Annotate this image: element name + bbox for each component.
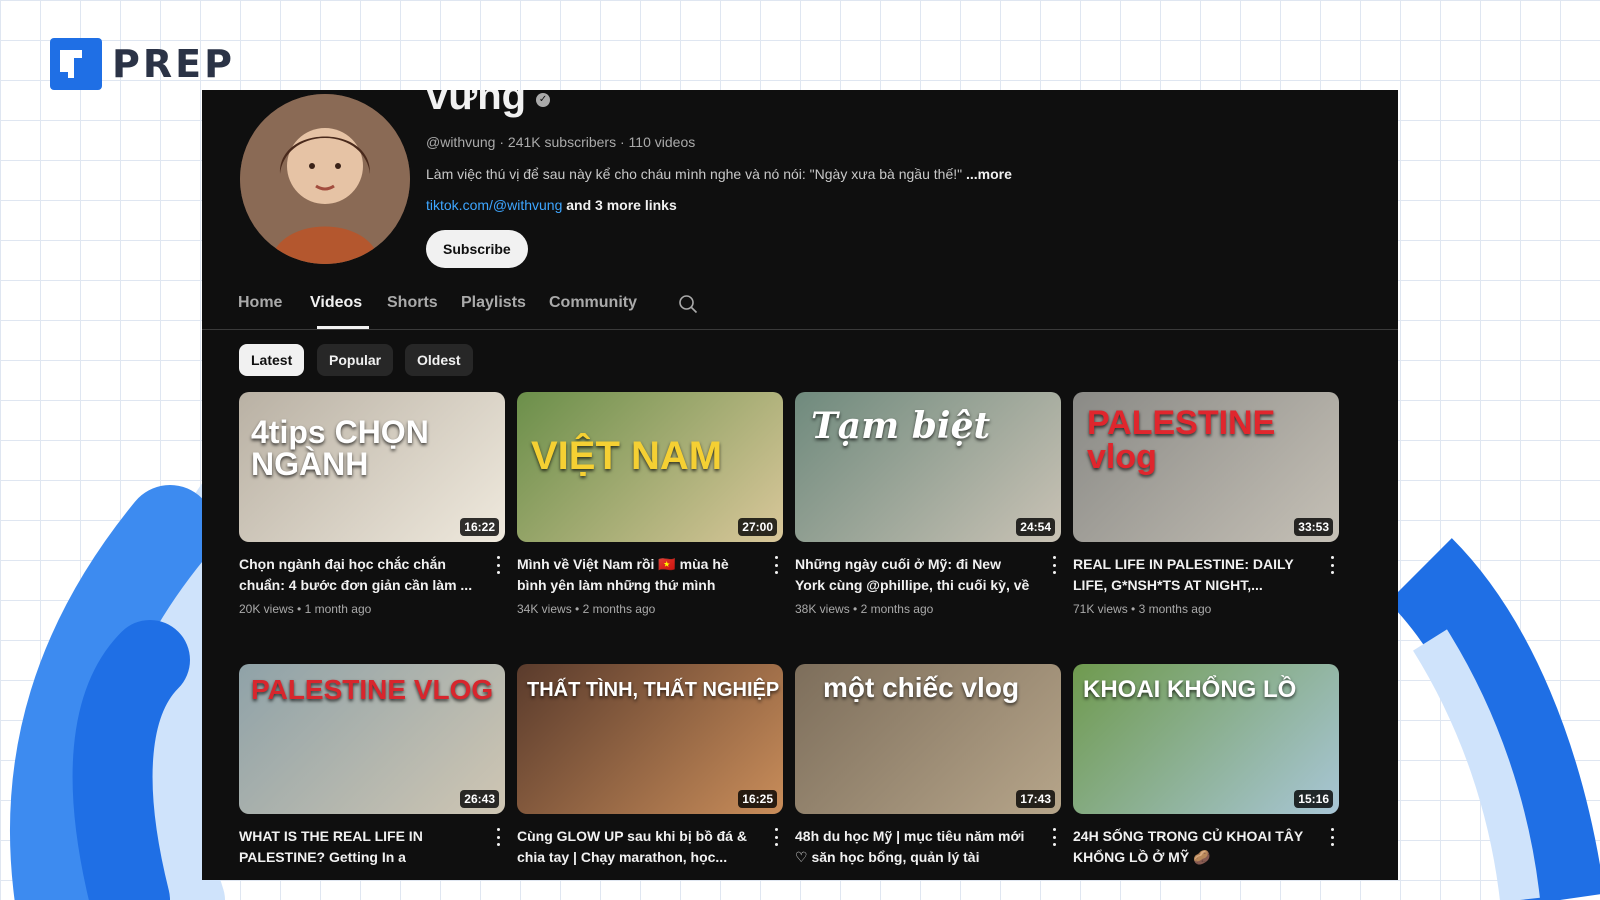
video-views: 34K views	[517, 602, 572, 616]
video-thumbnail[interactable]: PALESTINE vlog 33:53	[1073, 392, 1339, 542]
video-title[interactable]: Cùng GLOW UP sau khi bị bồ đá & chia tay…	[517, 826, 755, 868]
video-card[interactable]: một chiếc vlog 17:43 48h du học Mỹ | mục…	[795, 664, 1061, 865]
subscriber-count: 241K subscribers	[507, 134, 617, 150]
more-options-icon[interactable]	[773, 556, 779, 574]
active-tab-indicator	[317, 326, 369, 329]
channel-links: tiktok.com/@withvung and 3 more links	[426, 197, 677, 213]
video-card[interactable]: 4tips CHỌN NGÀNH 16:22 Chọn ngành đại họ…	[239, 392, 505, 616]
tab-home[interactable]: Home	[238, 294, 282, 312]
more-options-icon[interactable]	[495, 828, 501, 846]
youtube-channel-page: vừng ✓ @withvung · 241K subscribers · 11…	[202, 90, 1398, 880]
subscribe-button[interactable]: Subscribe	[426, 230, 528, 268]
avatar-image	[240, 94, 410, 264]
thumbnail-text: 4tips CHỌN NGÀNH	[251, 414, 429, 482]
more-links[interactable]: and 3 more links	[566, 197, 676, 213]
more-options-icon[interactable]	[1329, 828, 1335, 846]
video-count: 110 videos	[628, 134, 696, 150]
video-age: 2 months ago	[860, 602, 934, 616]
tiktok-link[interactable]: tiktok.com/@withvung	[426, 197, 562, 213]
video-title[interactable]: 24H SỐNG TRONG CỦ KHOAI TÂY KHỔNG LỒ Ở M…	[1073, 826, 1311, 868]
prep-logo-icon	[50, 38, 102, 90]
video-title[interactable]: 48h du học Mỹ | mục tiêu năm mới ♡ săn h…	[795, 826, 1033, 868]
video-card[interactable]: KHOAI KHỔNG LỒ 15:16 24H SỐNG TRONG CỦ K…	[1073, 664, 1339, 865]
thumbnail-text: KHOAI KHỔNG LỒ	[1083, 676, 1297, 703]
brand-name: PREP	[112, 42, 235, 86]
tab-shorts[interactable]: Shorts	[387, 294, 438, 312]
video-age: 1 month ago	[304, 602, 372, 616]
video-card[interactable]: PALESTINE vlog 33:53 REAL LIFE IN PALEST…	[1073, 392, 1339, 616]
thumbnail-text: THẤT TÌNH, THẤT NGHIỆP	[527, 679, 780, 701]
description-more[interactable]: ...more	[966, 166, 1012, 182]
video-views: 20K views	[239, 602, 294, 616]
thumbnail-text: một chiếc vlog	[823, 672, 1020, 703]
more-options-icon[interactable]	[1051, 828, 1057, 846]
video-title[interactable]: WHAT IS THE REAL LIFE IN PALESTINE? Gett…	[239, 826, 477, 868]
video-thumbnail[interactable]: THẤT TÌNH, THẤT NGHIỆP 16:25	[517, 664, 783, 814]
video-duration: 15:16	[1294, 790, 1333, 808]
video-card[interactable]: THẤT TÌNH, THẤT NGHIỆP 16:25 Cùng GLOW U…	[517, 664, 783, 865]
video-thumbnail[interactable]: VIỆT NAM 27:00	[517, 392, 783, 542]
chip-latest[interactable]: Latest	[239, 344, 305, 376]
video-age: 2 months ago	[582, 602, 656, 616]
channel-tabs: Home Videos Shorts Playlists Community	[202, 280, 1398, 330]
channel-meta: @withvung · 241K subscribers · 110 video…	[426, 134, 696, 150]
chip-popular[interactable]: Popular	[317, 344, 394, 376]
video-duration: 24:54	[1016, 518, 1055, 536]
description-text: Làm việc thú vị để sau này kể cho cháu m…	[426, 166, 963, 182]
video-stats: 20K views • 1 month ago	[239, 602, 372, 616]
channel-description[interactable]: Làm việc thú vị để sau này kể cho cháu m…	[426, 166, 1012, 182]
video-thumbnail[interactable]: 4tips CHỌN NGÀNH 16:22	[239, 392, 505, 542]
more-options-icon[interactable]	[1329, 556, 1335, 574]
channel-handle: @withvung	[426, 134, 496, 150]
channel-name: vừng ✓	[426, 90, 551, 119]
video-views: 71K views	[1073, 602, 1128, 616]
thumbnail-text: Tạm biệt	[811, 405, 991, 447]
video-duration: 26:43	[460, 790, 499, 808]
video-stats: 71K views • 3 months ago	[1073, 602, 1212, 616]
channel-avatar[interactable]	[240, 94, 410, 264]
tab-videos[interactable]: Videos	[310, 294, 362, 312]
video-stats: 38K views • 2 months ago	[795, 602, 934, 616]
video-title[interactable]: Chọn ngành đại học chắc chắn chuẩn: 4 bư…	[239, 554, 477, 596]
verified-check-icon: ✓	[536, 92, 551, 107]
video-title[interactable]: Mình về Việt Nam rồi 🇻🇳 mùa hè bình yên …	[517, 554, 755, 596]
video-title[interactable]: REAL LIFE IN PALESTINE: DAILY LIFE, G*NS…	[1073, 554, 1311, 596]
video-thumbnail[interactable]: PALESTINE VLOG 26:43	[239, 664, 505, 814]
prep-logo: PREP	[50, 38, 235, 90]
more-options-icon[interactable]	[495, 556, 501, 574]
video-thumbnail[interactable]: Tạm biệt 24:54	[795, 392, 1061, 542]
video-duration: 33:53	[1294, 518, 1333, 536]
video-card[interactable]: PALESTINE VLOG 26:43 WHAT IS THE REAL LI…	[239, 664, 505, 865]
chip-oldest[interactable]: Oldest	[405, 344, 473, 376]
video-duration: 27:00	[738, 518, 777, 536]
video-card[interactable]: VIỆT NAM 27:00 Mình về Việt Nam rồi 🇻🇳 m…	[517, 392, 783, 616]
thumbnail-text: VIỆT NAM	[531, 434, 723, 478]
search-icon[interactable]	[678, 294, 698, 314]
video-title[interactable]: Những ngày cuối ở Mỹ: đi New York cùng @…	[795, 554, 1033, 596]
video-thumbnail[interactable]: KHOAI KHỔNG LỒ 15:16	[1073, 664, 1339, 814]
more-options-icon[interactable]	[1051, 556, 1057, 574]
video-duration: 16:25	[738, 790, 777, 808]
tab-playlists[interactable]: Playlists	[461, 294, 526, 312]
video-age: 3 months ago	[1138, 602, 1212, 616]
video-stats: 34K views • 2 months ago	[517, 602, 656, 616]
channel-name-text: vừng	[426, 90, 527, 118]
thumbnail-text: PALESTINE vlog	[1087, 404, 1276, 476]
video-thumbnail[interactable]: một chiếc vlog 17:43	[795, 664, 1061, 814]
more-options-icon[interactable]	[773, 828, 779, 846]
video-views: 38K views	[795, 602, 850, 616]
video-duration: 17:43	[1016, 790, 1055, 808]
thumbnail-text: PALESTINE VLOG	[251, 674, 494, 705]
tab-community[interactable]: Community	[549, 294, 637, 312]
video-card[interactable]: Tạm biệt 24:54 Những ngày cuối ở Mỹ: đi …	[795, 392, 1061, 616]
video-duration: 16:22	[460, 518, 499, 536]
